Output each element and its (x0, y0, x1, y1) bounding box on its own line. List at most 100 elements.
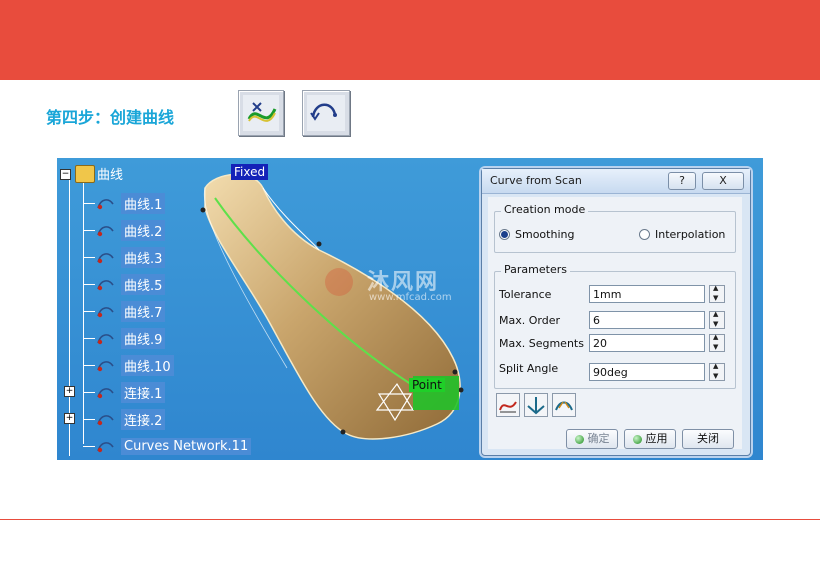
collapse-toggle[interactable]: − (60, 169, 71, 180)
tree-item-label: 连接.2 (121, 408, 166, 430)
tree-item[interactable]: + 连接.1 (64, 381, 166, 403)
tree-item-label: 曲线.1 (121, 192, 166, 214)
tree-item[interactable]: 曲线.5 (95, 273, 166, 295)
parameters-title: Parameters (501, 263, 570, 276)
curve-icon (95, 221, 117, 239)
max-segments-spinner[interactable] (709, 333, 725, 352)
curve-from-scan-dialog: Curve from Scan ? X Creation mode Smooth… (481, 168, 751, 456)
split-angle-input[interactable]: 90deg (589, 363, 705, 381)
curve-icon (95, 194, 117, 212)
tolerance-input[interactable]: 1mm (589, 285, 705, 303)
sketch-curve-toolbar-button[interactable] (302, 90, 350, 136)
tree-item-label: 曲线.10 (121, 354, 174, 376)
tree-root[interactable]: 曲线 (75, 164, 123, 183)
expand-toggle[interactable]: + (64, 386, 75, 397)
apply-button[interactable]: 应用 (624, 429, 676, 449)
sketch-curve-icon (307, 95, 345, 131)
step-title: 第四步：创建曲线 (46, 108, 175, 127)
tolerance-spinner[interactable] (709, 284, 725, 303)
max-order-label: Max. Order (499, 314, 560, 327)
dialog-title: Curve from Scan (490, 174, 582, 187)
tree-connector (83, 284, 95, 285)
deviation-icon (499, 401, 517, 413)
radio-unselected-icon (639, 229, 650, 240)
tree-connector (83, 311, 95, 312)
tree-connector (83, 419, 95, 420)
geometrical-set-icon (75, 164, 95, 183)
expand-toggle[interactable]: + (64, 413, 75, 424)
dialog-body: Creation mode Smoothing Interpolation Pa… (488, 197, 742, 449)
tree-connector (83, 365, 95, 366)
join-icon (95, 410, 117, 428)
tree-item-label: 曲线.5 (121, 273, 166, 295)
split-angle-spinner[interactable] (709, 362, 725, 381)
radio-selected-icon (499, 229, 510, 240)
close-window-button[interactable]: X (702, 172, 744, 190)
split-angle-label: Split Angle (499, 362, 559, 375)
tolerance-label: Tolerance (499, 288, 552, 301)
parameters-group: Parameters Tolerance 1mm Max. Order 6 Ma… (494, 263, 736, 389)
footer-divider (0, 519, 820, 520)
ok-button[interactable]: 确定 (566, 429, 618, 449)
tree-connector (83, 257, 95, 258)
max-segments-input[interactable]: 20 (589, 334, 705, 352)
apply-led-icon (632, 434, 642, 444)
title-banner (0, 0, 820, 80)
creation-mode-title: Creation mode (501, 203, 589, 216)
smoothing-label: Smoothing (515, 228, 575, 241)
split-points-button[interactable] (524, 393, 548, 417)
ok-label: 确定 (587, 432, 610, 445)
tree-item-label: Curves Network.11 (121, 437, 252, 455)
apply-label: 应用 (645, 432, 668, 445)
curve-icon (95, 302, 117, 320)
watermark (325, 268, 353, 296)
join-icon (95, 383, 117, 401)
curves-network-icon (95, 437, 117, 455)
tree-item-label: 连接.1 (121, 381, 166, 403)
close-button[interactable]: 关闭 (682, 429, 734, 449)
tree-item[interactable]: 曲线.10 (95, 354, 174, 376)
curve-from-scan-icon (243, 95, 279, 131)
max-segments-label: Max. Segments (499, 337, 584, 350)
help-button[interactable]: ? (668, 172, 696, 190)
curve-icon (95, 275, 117, 293)
curve-icon (95, 329, 117, 347)
tree-connector (83, 446, 95, 447)
interpolation-label: Interpolation (655, 228, 726, 241)
tree-item[interactable]: 曲线.1 (95, 192, 166, 214)
max-order-spinner[interactable] (709, 310, 725, 329)
tree-item-label: 曲线.3 (121, 246, 166, 268)
tree-connector (83, 203, 95, 204)
tree-item[interactable]: 曲线.7 (95, 300, 166, 322)
scan-segments-icon (555, 401, 573, 411)
max-order-input[interactable]: 6 (589, 311, 705, 329)
tree-item[interactable]: 曲线.2 (95, 219, 166, 241)
tree-item[interactable]: 曲线.3 (95, 246, 166, 268)
point-label: Point (409, 378, 445, 392)
curve-icon (95, 248, 117, 266)
tree-connector (83, 230, 95, 231)
tree-item-label: 曲线.9 (121, 327, 166, 349)
catia-screenshot: Fixed Point 沐风网 www.mfcad.com − 曲线 曲线.1 曲… (57, 158, 763, 460)
creation-mode-group: Creation mode Smoothing Interpolation (494, 203, 736, 253)
tree-item[interactable]: + 连接.2 (64, 408, 166, 430)
tree-item[interactable]: Curves Network.11 (95, 436, 252, 456)
tree-connector (83, 338, 95, 339)
dialog-titlebar[interactable]: Curve from Scan ? X (482, 169, 750, 194)
tree-branch (83, 182, 84, 444)
tree-item[interactable]: 曲线.9 (95, 327, 166, 349)
ok-led-icon (574, 434, 584, 444)
specification-tree: − 曲线 曲线.1 曲线.2 曲线.3 曲线.5 曲线.7 曲线.9 曲线.10 + 连接.1 +… (57, 158, 277, 460)
tree-root-label: 曲线 (97, 168, 124, 183)
tree-item-label: 曲线.7 (121, 300, 166, 322)
curve-icon (95, 356, 117, 374)
display-deviation-button[interactable] (496, 393, 520, 417)
scan-segments-button[interactable] (552, 393, 576, 417)
tree-item-label: 曲线.2 (121, 219, 166, 241)
interpolation-radio[interactable]: Interpolation (639, 228, 725, 241)
watermark-url: www.mfcad.com (369, 292, 452, 303)
smoothing-radio[interactable]: Smoothing (499, 228, 574, 241)
split-points-icon (527, 397, 545, 415)
tree-connector (83, 392, 95, 393)
curve-from-scan-toolbar-button[interactable] (238, 90, 284, 136)
